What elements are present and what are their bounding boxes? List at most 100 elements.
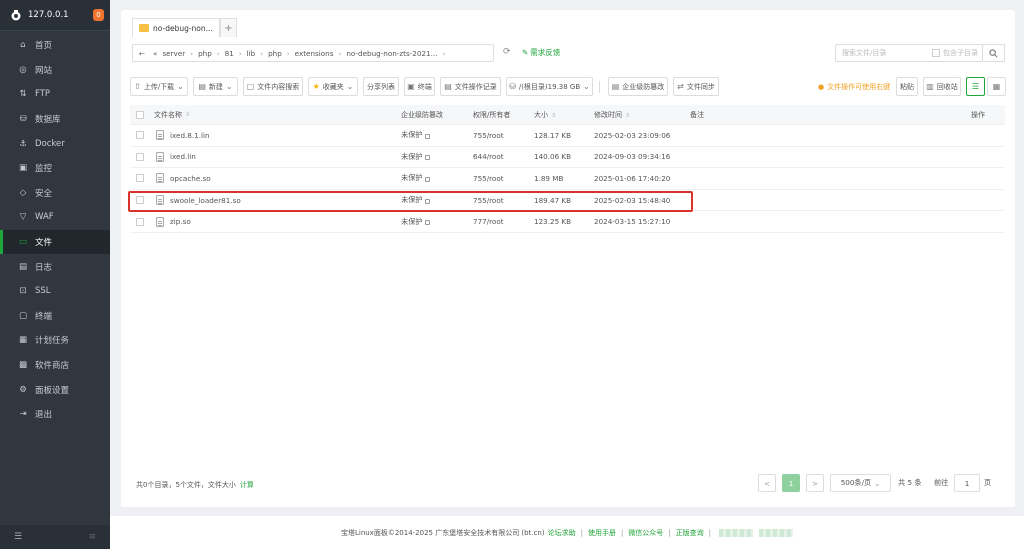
breadcrumb-php-2[interactable]: php [268,49,282,58]
wechat-link[interactable]: 微信公众号 [628,528,663,538]
perm-cell[interactable]: 755/root [473,131,534,140]
select-all-checkbox[interactable] [130,110,151,119]
favorites-button[interactable]: ★ 收藏夹 ⌄ [308,77,358,96]
file-name[interactable]: ixed.8.1.lin [170,131,210,140]
tab-current-dir[interactable]: no-debug-non... [132,18,220,37]
file-name-cell[interactable]: opcache.so [151,173,401,184]
perm-cell[interactable]: 755/root [473,174,534,183]
protect-cell[interactable]: 未保护 [401,217,473,227]
recycle-bin-label: 回收站 [936,82,958,91]
search-button[interactable] [983,44,1005,62]
sidebar-item-8[interactable]: ▭ 文件 [0,229,110,255]
sidebar-item-12[interactable]: ▦ 计划任务 [0,328,110,353]
sidebar-item-13[interactable]: ▩ 软件商店 [0,353,110,378]
sidebar-item-2[interactable]: ⇅ FTP [0,82,110,107]
home-icon: ⌂ [20,40,26,51]
collapse-menu-icon[interactable]: ☰ [14,532,22,542]
table-row[interactable]: zip.so 未保护 777/root 123.25 KB 2024-03-15 15:… [130,211,1005,233]
paste-label: 粘贴 [900,82,914,91]
prev-page-button[interactable]: < [758,474,776,492]
back-arrow-icon[interactable]: ← [139,49,145,58]
grid-view-button[interactable]: ▦ [987,77,1006,96]
time-cell: 2024-09-03 09:34:16 [594,152,671,162]
share-list-button[interactable]: 分享列表 [363,77,399,96]
forum-link[interactable]: 论坛求助 [548,528,576,538]
sort-icon: ⇕ [625,111,631,119]
protect-cell[interactable]: 未保护 [401,130,473,140]
breadcrumb-81[interactable]: 81 [225,49,234,58]
notification-badge[interactable]: 0 [93,9,104,21]
recycle-bin-button[interactable]: ▥ 回收站 [923,77,961,96]
refresh-icon[interactable]: ⟳ [503,47,513,57]
path-prefix[interactable]: « [153,49,157,58]
col-size-header[interactable]: 大小 ⇕ [534,110,594,120]
breadcrumb-server[interactable]: server [162,49,185,58]
col-name-header[interactable]: 文件名称 ⇕ [151,110,401,120]
disk-select[interactable]: ⛁/(根目录)19.38 GB ⌄ [506,77,593,96]
log-icon: ▤ [18,261,28,272]
file-name-cell[interactable]: zip.so [151,216,401,227]
col-time-header[interactable]: 修改时间 ⇕ [594,110,690,120]
list-view-button[interactable]: ☰ [966,77,985,96]
row-checkbox[interactable] [130,152,151,161]
license-link[interactable]: 正版查询 [676,528,704,538]
sidebar-item-4[interactable]: ⚓ Docker [0,131,110,156]
sidebar-item-0[interactable]: ⌂ 首页 [0,33,110,58]
file-name-cell[interactable]: ixed.lin [151,151,401,162]
tamper-protect-button[interactable]: ▤ 企业级防篡改 [608,77,668,96]
info-icon: ● [818,83,825,91]
sidebar-item-7[interactable]: ▽ WAF [0,205,110,230]
include-subdir-checkbox[interactable]: 包含子目录 [932,48,978,58]
row-checkbox[interactable] [130,131,151,140]
sidebar-item-11[interactable]: ▢ 终端 [0,304,110,329]
row-checkbox[interactable] [130,217,151,226]
upload-download-button[interactable]: ⇧ 上传/下载 ⌄ [130,77,188,96]
sidebar-item-9[interactable]: ▤ 日志 [0,254,110,279]
perm-cell[interactable]: 777/root [473,217,534,226]
file-name[interactable]: opcache.so [170,174,211,183]
per-page-select[interactable]: 500条/页 ⌄ [830,474,891,492]
sidebar-item-10[interactable]: ⊡ SSL [0,279,110,304]
table-row[interactable]: ixed.8.1.lin 未保护 755/root 128.17 KB 2025-02-… [130,125,1005,147]
table-row[interactable]: opcache.so 未保护 755/root 1.89 MB 2025-01-06 1… [130,168,1005,190]
globe-icon: ◎ [19,64,27,75]
sidebar-item-6[interactable]: ◇ 安全 [0,181,110,206]
breadcrumb-php[interactable]: php [198,49,212,58]
next-page-button[interactable]: > [806,474,824,492]
breadcrumb-lib[interactable]: lib [247,49,256,58]
protect-cell[interactable]: 未保护 [401,152,473,162]
terminal-button[interactable]: ▣ 终端 [404,77,435,96]
sidebar-item-label: SSL [35,286,51,297]
file-sync-button[interactable]: ⇄ 文件同步 [673,77,719,96]
sidebar-item-14[interactable]: ⚙ 面板设置 [0,377,110,402]
perm-cell[interactable]: 644/root [473,152,534,161]
breadcrumb-extensions[interactable]: extensions [295,49,334,58]
table-row[interactable]: ixed.lin 未保护 644/root 140.06 KB 2024-09-03 0… [130,147,1005,169]
row-checkbox[interactable] [130,174,151,183]
sidebar-item-15[interactable]: ⇥ 退出 [0,402,110,427]
sidebar-item-3[interactable]: ⛁ 数据库 [0,107,110,132]
goto-page-input[interactable]: 1 [954,474,980,492]
operation-log-button[interactable]: ▤ 文件操作记录 [440,77,501,96]
sidebar-item-5[interactable]: ▣ 监控 [0,156,110,181]
calc-size-link[interactable]: 计算 [240,481,254,489]
add-tab-button[interactable]: + [219,18,237,37]
file-name[interactable]: zip.so [170,217,191,226]
search-input[interactable]: 搜索文件/目录 包含子目录 [835,44,983,62]
new-button[interactable]: ▤ 新建 ⌄ [193,77,238,96]
sidebar-item-1[interactable]: ◎ 网站 [0,58,110,83]
file-name[interactable]: ixed.lin [170,152,196,161]
protect-cell[interactable]: 未保护 [401,173,473,183]
path-bar[interactable]: ← « server › php › 81 › lib › php › extension… [132,44,494,62]
content-search-button[interactable]: ▢ 文件内容搜索 [243,77,303,96]
feedback-link[interactable]: ✎ 需求反馈 [522,47,560,58]
sidebar-item-label: 数据库 [35,115,61,126]
summary-text: 共0个目录，5个文件，文件大小 [136,481,236,489]
page-current[interactable]: 1 [782,474,800,492]
breadcrumb-current[interactable]: no-debug-non-zts-2021... [346,49,437,58]
manual-link[interactable]: 使用手册 [588,528,616,538]
ssl-icon: ⊡ [19,286,27,297]
file-name-cell[interactable]: ixed.8.1.lin [151,130,401,141]
paste-button[interactable]: 粘贴 [896,77,918,96]
hamburger-icon[interactable]: ≡ [88,532,96,542]
